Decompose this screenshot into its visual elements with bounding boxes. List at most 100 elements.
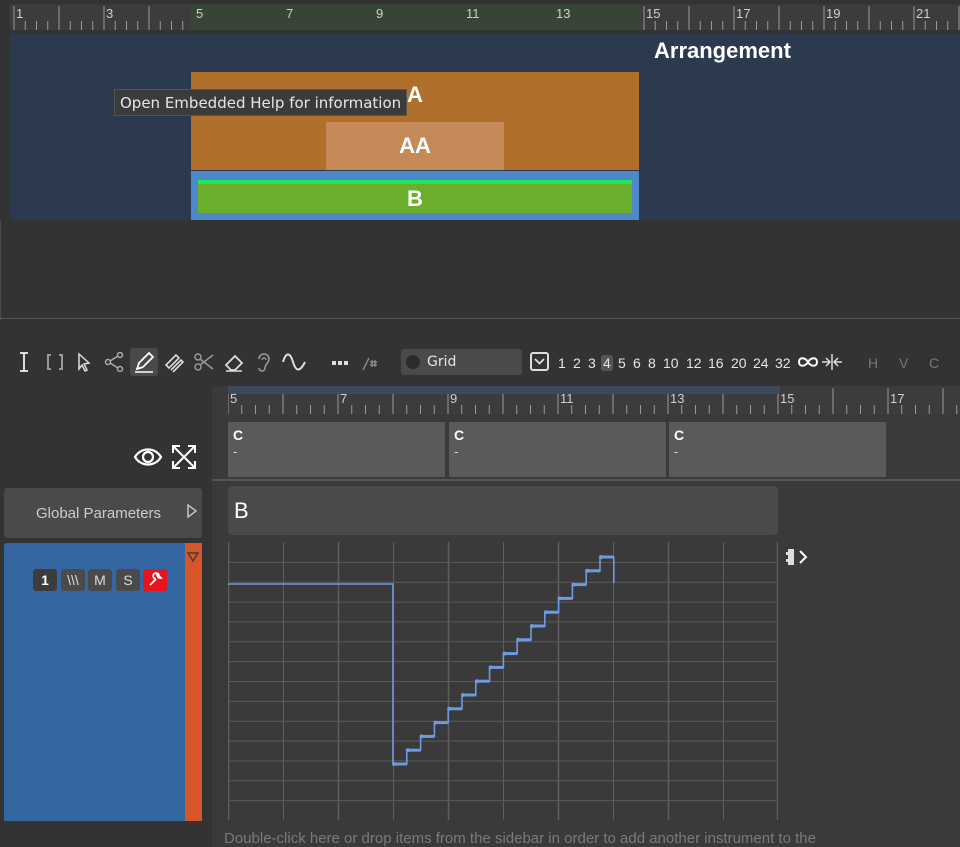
collapse-triangle-icon[interactable] (186, 548, 200, 567)
grid-division-8[interactable]: 8 (648, 355, 656, 371)
grid-division-2[interactable]: 2 (573, 355, 581, 371)
region-b[interactable]: B (198, 180, 632, 213)
chord-name: C (674, 427, 685, 443)
expand-icon[interactable] (171, 444, 197, 474)
grid-division-6[interactable]: 6 (633, 355, 641, 371)
pencil-icon[interactable] (130, 348, 158, 376)
region-aa-label: AA (399, 133, 431, 158)
grid-division-10[interactable]: 10 (663, 355, 679, 371)
expand-triangle-icon[interactable] (186, 503, 198, 523)
region-a-label: A (407, 82, 423, 107)
more-dots-icon[interactable] (326, 348, 354, 376)
scissors-icon[interactable] (190, 348, 218, 376)
grid-division-24[interactable]: 24 (753, 355, 769, 371)
grid-select-label: Grid (427, 354, 457, 370)
automation-point (557, 596, 562, 601)
ruler-label: 21 (916, 6, 931, 21)
automation-curve[interactable] (227, 542, 779, 821)
ruler-label: 5 (196, 6, 204, 21)
zoom-axis-v-button[interactable]: V (899, 355, 908, 371)
pattern-button[interactable]: \\\ (61, 569, 85, 591)
ruler-label: 7 (340, 391, 348, 406)
eraser-icon[interactable] (220, 348, 248, 376)
pattern-name-box[interactable]: B (228, 486, 778, 535)
grid-division-1[interactable]: 1 (558, 355, 566, 371)
pointer-icon[interactable] (70, 348, 98, 376)
text-cursor-icon[interactable] (10, 348, 38, 376)
ruler-label: 15 (646, 6, 661, 21)
snap-dropdown-button[interactable] (530, 352, 549, 371)
automation-lane[interactable] (227, 542, 779, 821)
grid-division-20[interactable]: 20 (731, 355, 747, 371)
ruler-label: 15 (780, 391, 795, 406)
grid-division-3[interactable]: 3 (588, 355, 596, 371)
chord-block[interactable]: C - (669, 422, 886, 477)
grid-division-12[interactable]: 12 (686, 355, 702, 371)
zoom-axis-h-button[interactable]: H (868, 355, 878, 371)
ruler-label: 11 (560, 391, 574, 406)
automation-point (543, 610, 548, 615)
chord-lane-divider (212, 479, 960, 481)
eye-icon[interactable] (133, 443, 163, 475)
share-icon[interactable] (100, 348, 128, 376)
zoom-axis-c-button[interactable]: C (929, 355, 939, 371)
automation-point (447, 706, 452, 711)
sharp-icon[interactable] (356, 348, 384, 376)
automation-point (585, 568, 590, 573)
ruler-label: 17 (890, 391, 905, 406)
wrench-icon (149, 572, 163, 586)
automation-point (599, 555, 603, 559)
automation-line (228, 556, 615, 765)
region-b-label: B (407, 185, 423, 211)
chord-name: C (454, 427, 465, 443)
ruler-label: 13 (556, 6, 571, 21)
region-aa[interactable]: AA (326, 122, 504, 170)
automation-point (530, 624, 534, 628)
multi-pencil-icon[interactable] (160, 348, 188, 376)
ruler-label: 7 (286, 6, 294, 21)
ruler-label: 17 (736, 6, 751, 21)
arrangement-empty-space[interactable] (0, 220, 960, 320)
ruler-label: 1 (16, 6, 24, 21)
automation-point (461, 693, 465, 697)
grid-division-5[interactable]: 5 (618, 355, 626, 371)
chord-sub: - (454, 444, 459, 459)
pattern-end-handle-icon[interactable] (784, 546, 810, 572)
chord-block[interactable]: C - (449, 422, 666, 477)
track-number-button[interactable]: 1 (33, 569, 57, 591)
app-root: 1 3 5 7 9 11 13 15 17 19 21 Arrangement A AA B Ope… (0, 0, 960, 847)
help-tooltip: Open Embedded Help for information (114, 89, 408, 116)
mute-button[interactable]: M (88, 569, 112, 591)
grid-division-16[interactable]: 16 (708, 355, 724, 371)
ruler-label: 3 (106, 6, 114, 21)
ruler-label: 19 (826, 6, 841, 21)
solo-button[interactable]: S (116, 569, 140, 591)
grid-division-4[interactable]: 4 (601, 355, 613, 371)
ruler-label: 13 (670, 391, 685, 406)
automation-point (392, 762, 396, 766)
collapse-horizontal-icon[interactable] (818, 348, 846, 376)
ruler-label: 9 (450, 391, 458, 406)
automation-point (488, 665, 493, 670)
automation-point (502, 651, 507, 656)
global-parameters-header[interactable]: Global Parameters (4, 488, 202, 538)
chevron-down-icon (534, 358, 545, 365)
panel-divider[interactable] (0, 318, 960, 319)
ruler-label: 5 (230, 391, 238, 406)
grid-division-32[interactable]: 32 (775, 355, 791, 371)
automation-point (433, 720, 438, 725)
instrument-settings-button[interactable] (143, 569, 167, 591)
arrangement-title: Arrangement (654, 38, 791, 63)
automation-point (405, 748, 410, 753)
chord-sub: - (674, 444, 679, 459)
ruler-label: 11 (466, 6, 480, 21)
automation-point (516, 637, 521, 642)
bracket-select-icon[interactable] (41, 348, 69, 376)
editor-loop-range[interactable] (228, 386, 780, 394)
ear-icon[interactable] (250, 348, 278, 376)
grid-toggle-icon[interactable] (406, 355, 420, 369)
arrangement-loop-range[interactable] (190, 4, 642, 30)
sine-wave-icon[interactable] (280, 348, 308, 376)
chord-block[interactable]: C - (228, 422, 445, 477)
track-color-strip[interactable] (185, 543, 202, 821)
